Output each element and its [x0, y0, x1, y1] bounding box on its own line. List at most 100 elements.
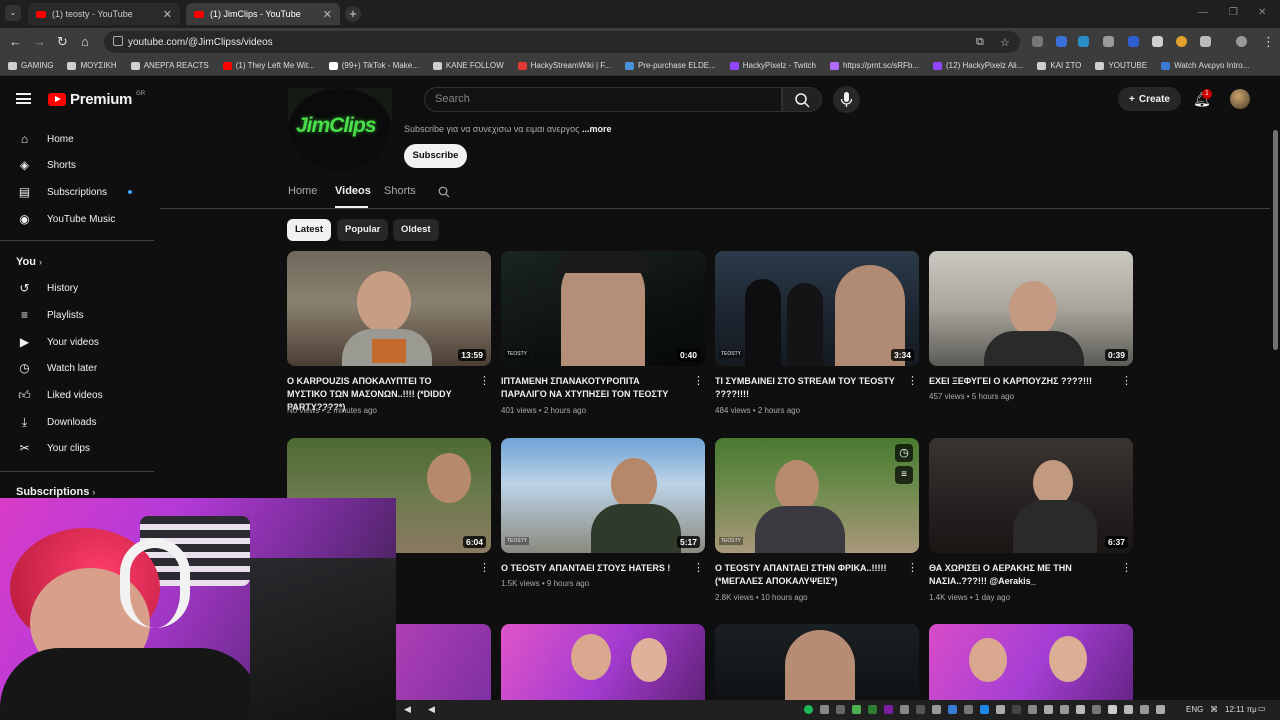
- forward-icon[interactable]: →: [33, 34, 46, 49]
- tray-icon[interactable]: [996, 705, 1005, 714]
- tab-home[interactable]: Home: [288, 185, 317, 197]
- search-input[interactable]: Search: [424, 87, 782, 112]
- sidebar-item-history[interactable]: ↺ History: [0, 275, 154, 301]
- browser-menu-icon[interactable]: ⋮: [1262, 34, 1275, 50]
- watch-later-icon[interactable]: ◷: [895, 444, 913, 462]
- video-thumbnail[interactable]: ◷ ≡ TEOSTY: [715, 438, 919, 553]
- extension-icon[interactable]: [1152, 36, 1163, 47]
- video-title[interactable]: ΤΙ ΣΥΜΒΑΙΝΕΙ ΣΤΟ STREAM ΤΟΥ TEOSTY ????!…: [715, 375, 899, 401]
- restore-icon[interactable]: ❐: [1229, 7, 1238, 18]
- tray-icon[interactable]: [852, 705, 861, 714]
- site-info-icon[interactable]: [113, 36, 123, 46]
- video-thumbnail[interactable]: 13:59: [287, 251, 491, 366]
- video-menu-icon[interactable]: ⋮: [693, 562, 704, 574]
- reload-icon[interactable]: ↻: [57, 34, 68, 50]
- tray-icon[interactable]: [1060, 705, 1069, 714]
- sidebar-item-liked-videos[interactable]: 👍︎ Liked videos: [0, 382, 154, 408]
- extension-icon[interactable]: [1056, 36, 1067, 47]
- home-icon[interactable]: ⌂: [81, 34, 89, 49]
- video-menu-icon[interactable]: ⋮: [1121, 562, 1132, 574]
- tray-icon[interactable]: [1028, 705, 1037, 714]
- video-thumbnail[interactable]: 0:39: [929, 251, 1133, 366]
- tray-icon[interactable]: [1156, 705, 1165, 714]
- shield-icon[interactable]: [1103, 36, 1114, 47]
- bookmark-item[interactable]: KANE FOLLOW: [432, 61, 504, 70]
- voice-search-button[interactable]: [833, 86, 860, 113]
- tab-search-button[interactable]: ⌄: [5, 5, 21, 21]
- subscribe-button[interactable]: Subscribe: [404, 144, 467, 168]
- bookmark-item[interactable]: (1) They Left Me Wit...: [222, 61, 315, 70]
- volume-icon[interactable]: [1108, 705, 1117, 714]
- bookmark-item[interactable]: Watch Ανεργο Intro...: [1161, 61, 1249, 70]
- notification-center-icon[interactable]: ▭: [1258, 704, 1266, 713]
- video-menu-icon[interactable]: ⋮: [907, 375, 918, 387]
- tray-icon[interactable]: [932, 705, 941, 714]
- profile-icon[interactable]: [1236, 36, 1247, 47]
- tray-icon[interactable]: [1124, 705, 1133, 714]
- bookmark-star-icon[interactable]: ☆: [1000, 36, 1010, 49]
- tray-icon[interactable]: [1092, 705, 1101, 714]
- channel-description[interactable]: Subscribe για να συνεχισω να ειμαι ανεργ…: [404, 124, 612, 134]
- bookmark-item[interactable]: ΑΝΕΡΓΑ REACTS: [130, 61, 209, 70]
- video-menu-icon[interactable]: ⋮: [479, 375, 490, 387]
- sidebar-item-your-clips[interactable]: ✂ Your clips: [0, 435, 154, 461]
- tab-videos[interactable]: Videos: [335, 185, 371, 197]
- bookmark-item[interactable]: YOUTUBE: [1095, 61, 1147, 70]
- add-to-queue-icon[interactable]: ≡: [895, 466, 913, 484]
- tray-icon[interactable]: [1076, 705, 1085, 714]
- account-avatar[interactable]: [1230, 89, 1250, 109]
- tray-icon[interactable]: [884, 705, 893, 714]
- page-scrollbar[interactable]: [1271, 122, 1280, 702]
- video-menu-icon[interactable]: ⋮: [479, 562, 490, 574]
- filter-oldest[interactable]: Oldest: [393, 219, 439, 241]
- bookmark-item[interactable]: (12) HackyPixelz Ali...: [933, 61, 1023, 70]
- video-title[interactable]: ΘΑ ΧΩΡΙΣΕΙ Ο ΑΕΡΑΚΗΣ ΜΕ ΤΗΝ ΝΑΣΙΑ..???!!…: [929, 562, 1113, 588]
- video-title[interactable]: ΙΠΤΑΜΕΝΗ ΣΠΑΝΑΚΟΤΥΡΟΠΙΤΑ ΠΑΡΑΛΙΓΟ ΝΑ ΧΤΥ…: [501, 375, 685, 401]
- minimize-icon[interactable]: —: [1198, 7, 1208, 18]
- sidebar-item-home[interactable]: ⌂ Home: [0, 126, 154, 152]
- close-tab-icon[interactable]: ✕: [323, 8, 332, 21]
- bookmark-item[interactable]: Pre-purchase ELDE...: [624, 61, 716, 70]
- tray-icon[interactable]: [836, 705, 845, 714]
- spotify-icon[interactable]: [804, 705, 813, 714]
- browser-tab-jimclips[interactable]: (1) JimClips - YouTube ✕: [186, 3, 340, 25]
- tray-icon[interactable]: [964, 705, 973, 714]
- video-title[interactable]: Ο TEOSTY ΑΠΑΝΤΑΕΙ ΣΤΟΥΣ HATERS !: [501, 562, 685, 575]
- video-menu-icon[interactable]: ⋮: [693, 375, 704, 387]
- sidebar-item-shorts[interactable]: ◈ Shorts: [0, 152, 154, 178]
- video-thumbnail[interactable]: 6:37: [929, 438, 1133, 553]
- tray-icon[interactable]: [948, 705, 957, 714]
- menu-icon[interactable]: [16, 93, 31, 104]
- tray-icon[interactable]: [1140, 705, 1149, 714]
- sidebar-item-watch-later[interactable]: ◷ Watch later: [0, 355, 154, 381]
- tray-icon[interactable]: [980, 705, 989, 714]
- video-menu-icon[interactable]: ⋮: [907, 562, 918, 574]
- install-app-icon[interactable]: ⧉: [976, 36, 984, 49]
- bookmark-item[interactable]: ΜΟΥΣΙΚΗ: [67, 61, 117, 70]
- you-heading[interactable]: You ›: [16, 256, 42, 268]
- more-link[interactable]: ...more: [582, 124, 612, 134]
- scrollbar-thumb[interactable]: [1273, 130, 1278, 350]
- tray-icon[interactable]: [900, 705, 909, 714]
- filter-popular[interactable]: Popular: [337, 219, 389, 241]
- bookmark-item[interactable]: GAMING: [8, 61, 53, 70]
- speaker-icon[interactable]: ◀: [428, 704, 435, 715]
- search-button[interactable]: [782, 87, 822, 112]
- sidebar-item-playlists[interactable]: ≡ Playlists: [0, 302, 154, 328]
- tray-icon[interactable]: [1044, 705, 1053, 714]
- bookmark-item[interactable]: ΚΑΙ ΣΤΟ: [1037, 61, 1081, 70]
- address-bar[interactable]: youtube.com/@JimClipss/videos ⧉ ☆: [104, 31, 1020, 53]
- bookmark-item[interactable]: HackyPixelz - Twitch: [729, 61, 816, 70]
- tray-icon[interactable]: [1012, 705, 1021, 714]
- close-window-icon[interactable]: ✕: [1258, 7, 1266, 18]
- language-indicator[interactable]: ENG: [1186, 705, 1203, 714]
- speaker-icon[interactable]: ◀: [404, 704, 411, 715]
- tab-shorts[interactable]: Shorts: [384, 185, 416, 197]
- extension-icon[interactable]: [1128, 36, 1139, 47]
- filter-latest[interactable]: Latest: [287, 219, 331, 241]
- new-tab-button[interactable]: +: [345, 6, 361, 22]
- bookmark-item[interactable]: https://prnt.sc/sRFb...: [829, 61, 919, 70]
- sidebar-item-downloads[interactable]: ⤓ Downloads: [0, 409, 154, 435]
- create-button[interactable]: + Create: [1118, 87, 1181, 111]
- video-thumbnail[interactable]: TEOSTY 3:34: [715, 251, 919, 366]
